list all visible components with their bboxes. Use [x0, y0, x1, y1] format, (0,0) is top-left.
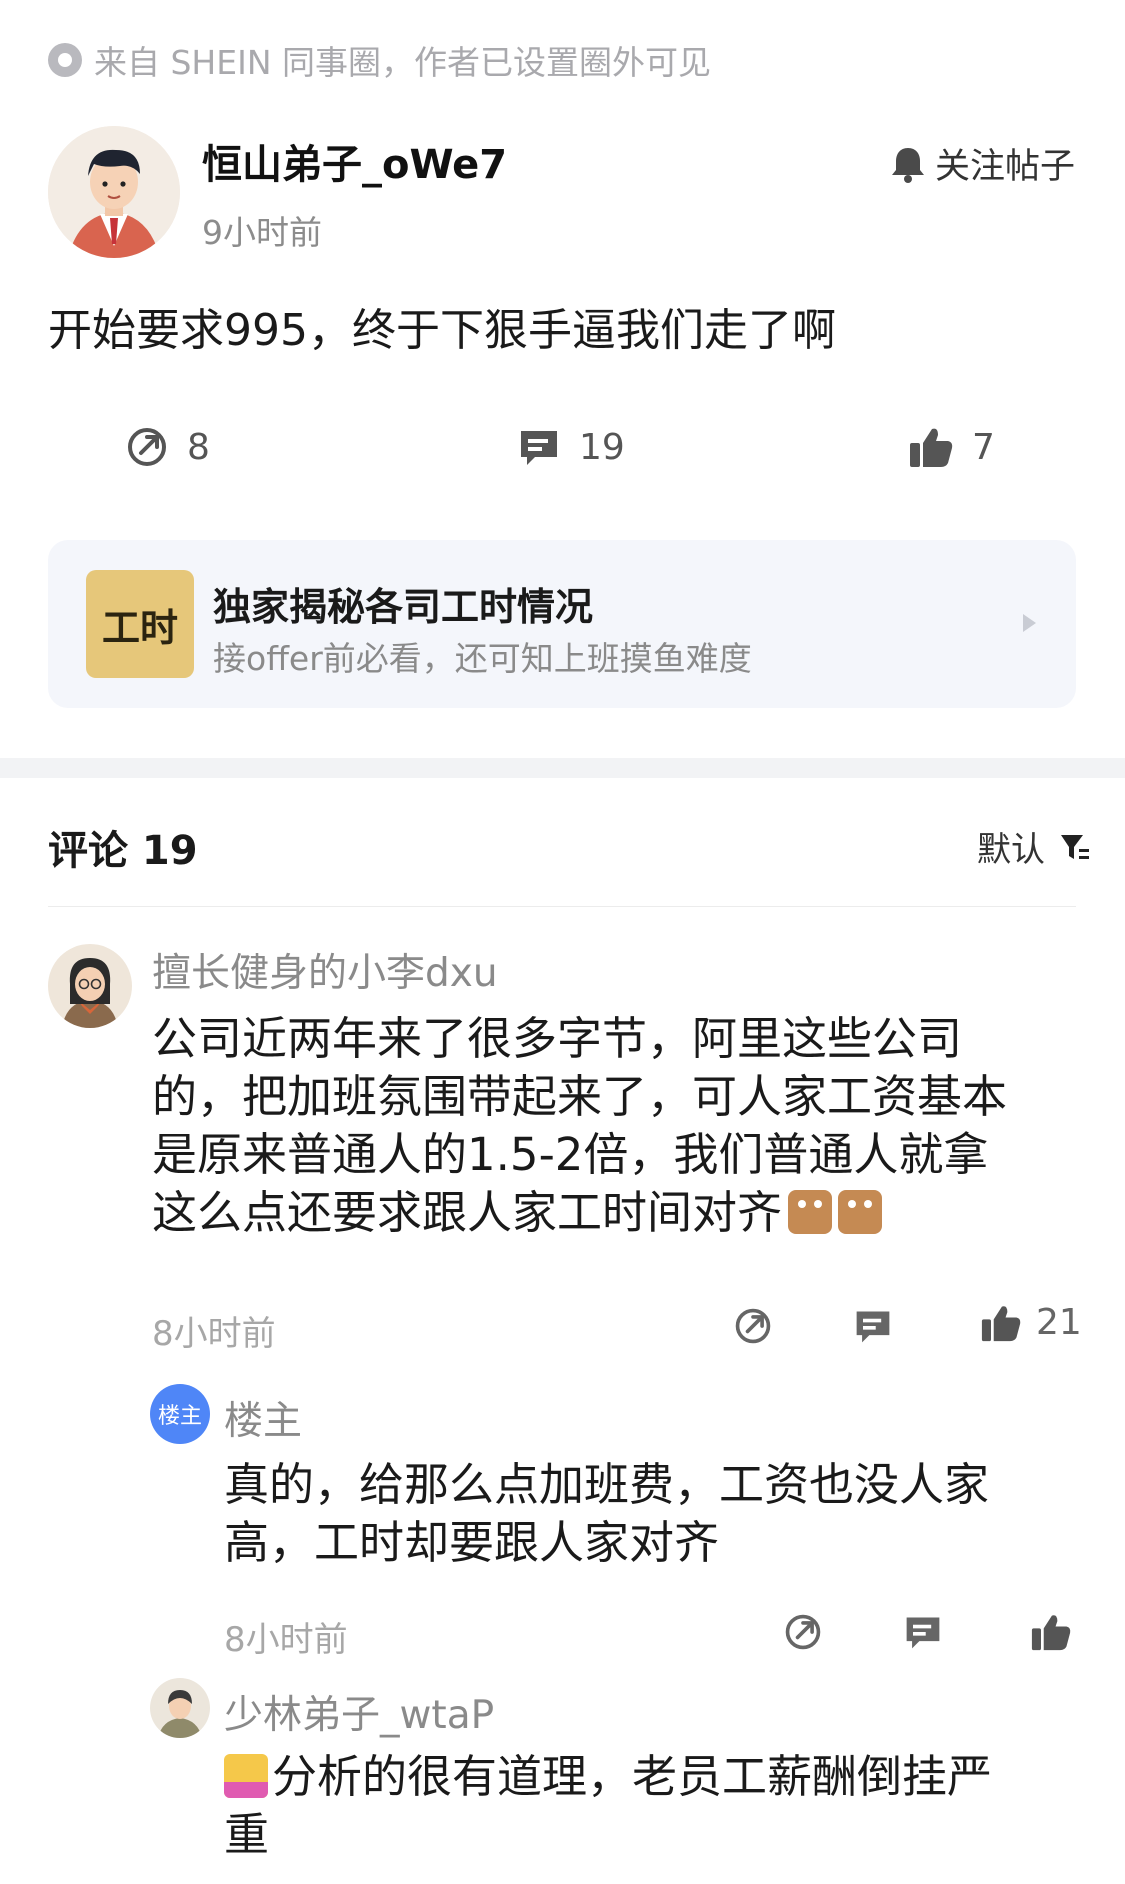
worktime-logo-text: 工时 [101, 605, 178, 650]
circle-icon [48, 43, 82, 77]
thumbs-up-icon [910, 428, 953, 467]
commenter-name[interactable]: 擅长健身的小李dxu [152, 942, 498, 998]
section-divider [0, 758, 1125, 778]
thumbs-up-icon [981, 1305, 1021, 1341]
comments-title: 评论 19 [48, 828, 198, 874]
reply-line: 重 [224, 1808, 270, 1861]
post-action-bar: 8 19 7 [0, 425, 1125, 475]
thumbs-up-icon[interactable] [1030, 1612, 1072, 1652]
comment-line: 这么点还要求跟人家工时间对齐 [152, 1186, 783, 1239]
banner-title: 独家揭秘各司工时情况 [213, 585, 594, 629]
comment-count: 19 [579, 426, 625, 468]
share-icon[interactable] [733, 1306, 773, 1346]
author-name[interactable]: 恒山弟子_oWe7 [202, 132, 507, 190]
reply-icon[interactable] [903, 1612, 943, 1652]
follow-post-label: 关注帖子 [934, 147, 1075, 187]
reply-text: 分析的很有道理，老员工薪酬倒挂严 重 [224, 1748, 992, 1864]
reply-line: 高，工时却要跟人家对齐 [224, 1516, 720, 1569]
reply-icon[interactable] [853, 1306, 893, 1346]
commenter-avatar[interactable] [48, 944, 132, 1028]
reply-line: 分析的很有道理，老员工薪酬倒挂严 [272, 1750, 993, 1803]
man-avatar-icon [48, 126, 180, 258]
share-icon[interactable] [783, 1612, 823, 1652]
horse-emoji-icon [788, 1190, 833, 1234]
comments-divider [48, 906, 1076, 907]
reply-line-with-sticker: 分析的很有道理，老员工薪酬倒挂严 [224, 1748, 992, 1806]
reply-author[interactable]: 楼主 [224, 1390, 302, 1446]
post-content: 开始要求995，终于下狠手逼我们走了啊 [48, 305, 836, 356]
comment-button[interactable]: 19 [517, 425, 625, 469]
reply-line: 真的，给那么点加班费，工资也没人家 [224, 1458, 990, 1511]
share-count: 8 [187, 426, 210, 468]
like-count: 7 [972, 426, 995, 468]
like-button[interactable]: 7 [908, 425, 995, 469]
circle-source-note: 来自 SHEIN 同事圈，作者已设置圈外可见 [48, 36, 711, 84]
comment-line: 公司近两年来了很多字节，阿里这些公司 [152, 1012, 963, 1065]
sort-label: 默认 [977, 830, 1045, 870]
comment-line: 是原来普通人的1.5-2倍，我们普通人就拿 [152, 1128, 989, 1181]
source-note-text: 来自 SHEIN 同事圈，作者已设置圈外可见 [94, 43, 712, 82]
horse-emoji-icon [838, 1190, 883, 1234]
share-icon [128, 428, 166, 466]
reply-text: 真的，给那么点加班费，工资也没人家 高，工时却要跟人家对齐 [224, 1456, 989, 1572]
bell-icon [891, 147, 924, 183]
comment-text: 公司近两年来了很多字节，阿里这些公司 的，把加班氛围带起来了，可人家工资基本 是… [152, 1010, 1007, 1242]
worktime-banner[interactable]: 工时 独家揭秘各司工时情况 接offer前必看，还可知上班摸鱼难度 [48, 540, 1076, 708]
filter-icon [1061, 834, 1089, 859]
follow-post-button[interactable]: 关注帖子 [889, 138, 1075, 189]
comment-time: 8小时前 [152, 1314, 276, 1354]
banner-subtitle: 接offer前必看，还可知上班摸鱼难度 [213, 639, 752, 678]
sort-dropdown[interactable]: 默认 [977, 822, 1091, 871]
man-avatar-icon [150, 1678, 210, 1738]
chevron-right-icon [1023, 614, 1036, 632]
comment-line: 的，把加班氛围带起来了，可人家工资基本 [152, 1070, 1008, 1123]
post-time: 9小时前 [202, 213, 322, 252]
comment-line-with-emoji: 这么点还要求跟人家工时间对齐 [152, 1184, 1007, 1242]
share-button[interactable]: 8 [125, 425, 210, 469]
sticker-emoji-icon [224, 1754, 268, 1798]
worktime-logo: 工时 [86, 570, 194, 678]
reply-author[interactable]: 少林弟子_wtaP [224, 1684, 494, 1740]
woman-avatar-icon [48, 944, 132, 1028]
comment-icon [521, 431, 557, 465]
comment-like-count: 21 [1036, 1302, 1082, 1343]
reply-avatar[interactable] [150, 1678, 210, 1738]
comment-like-button[interactable]: 21 [980, 1302, 1082, 1343]
author-avatar[interactable] [48, 126, 180, 258]
reply-time: 8小时前 [224, 1620, 348, 1660]
op-badge-text: 楼主 [157, 1404, 202, 1429]
op-badge: 楼主 [150, 1384, 210, 1444]
